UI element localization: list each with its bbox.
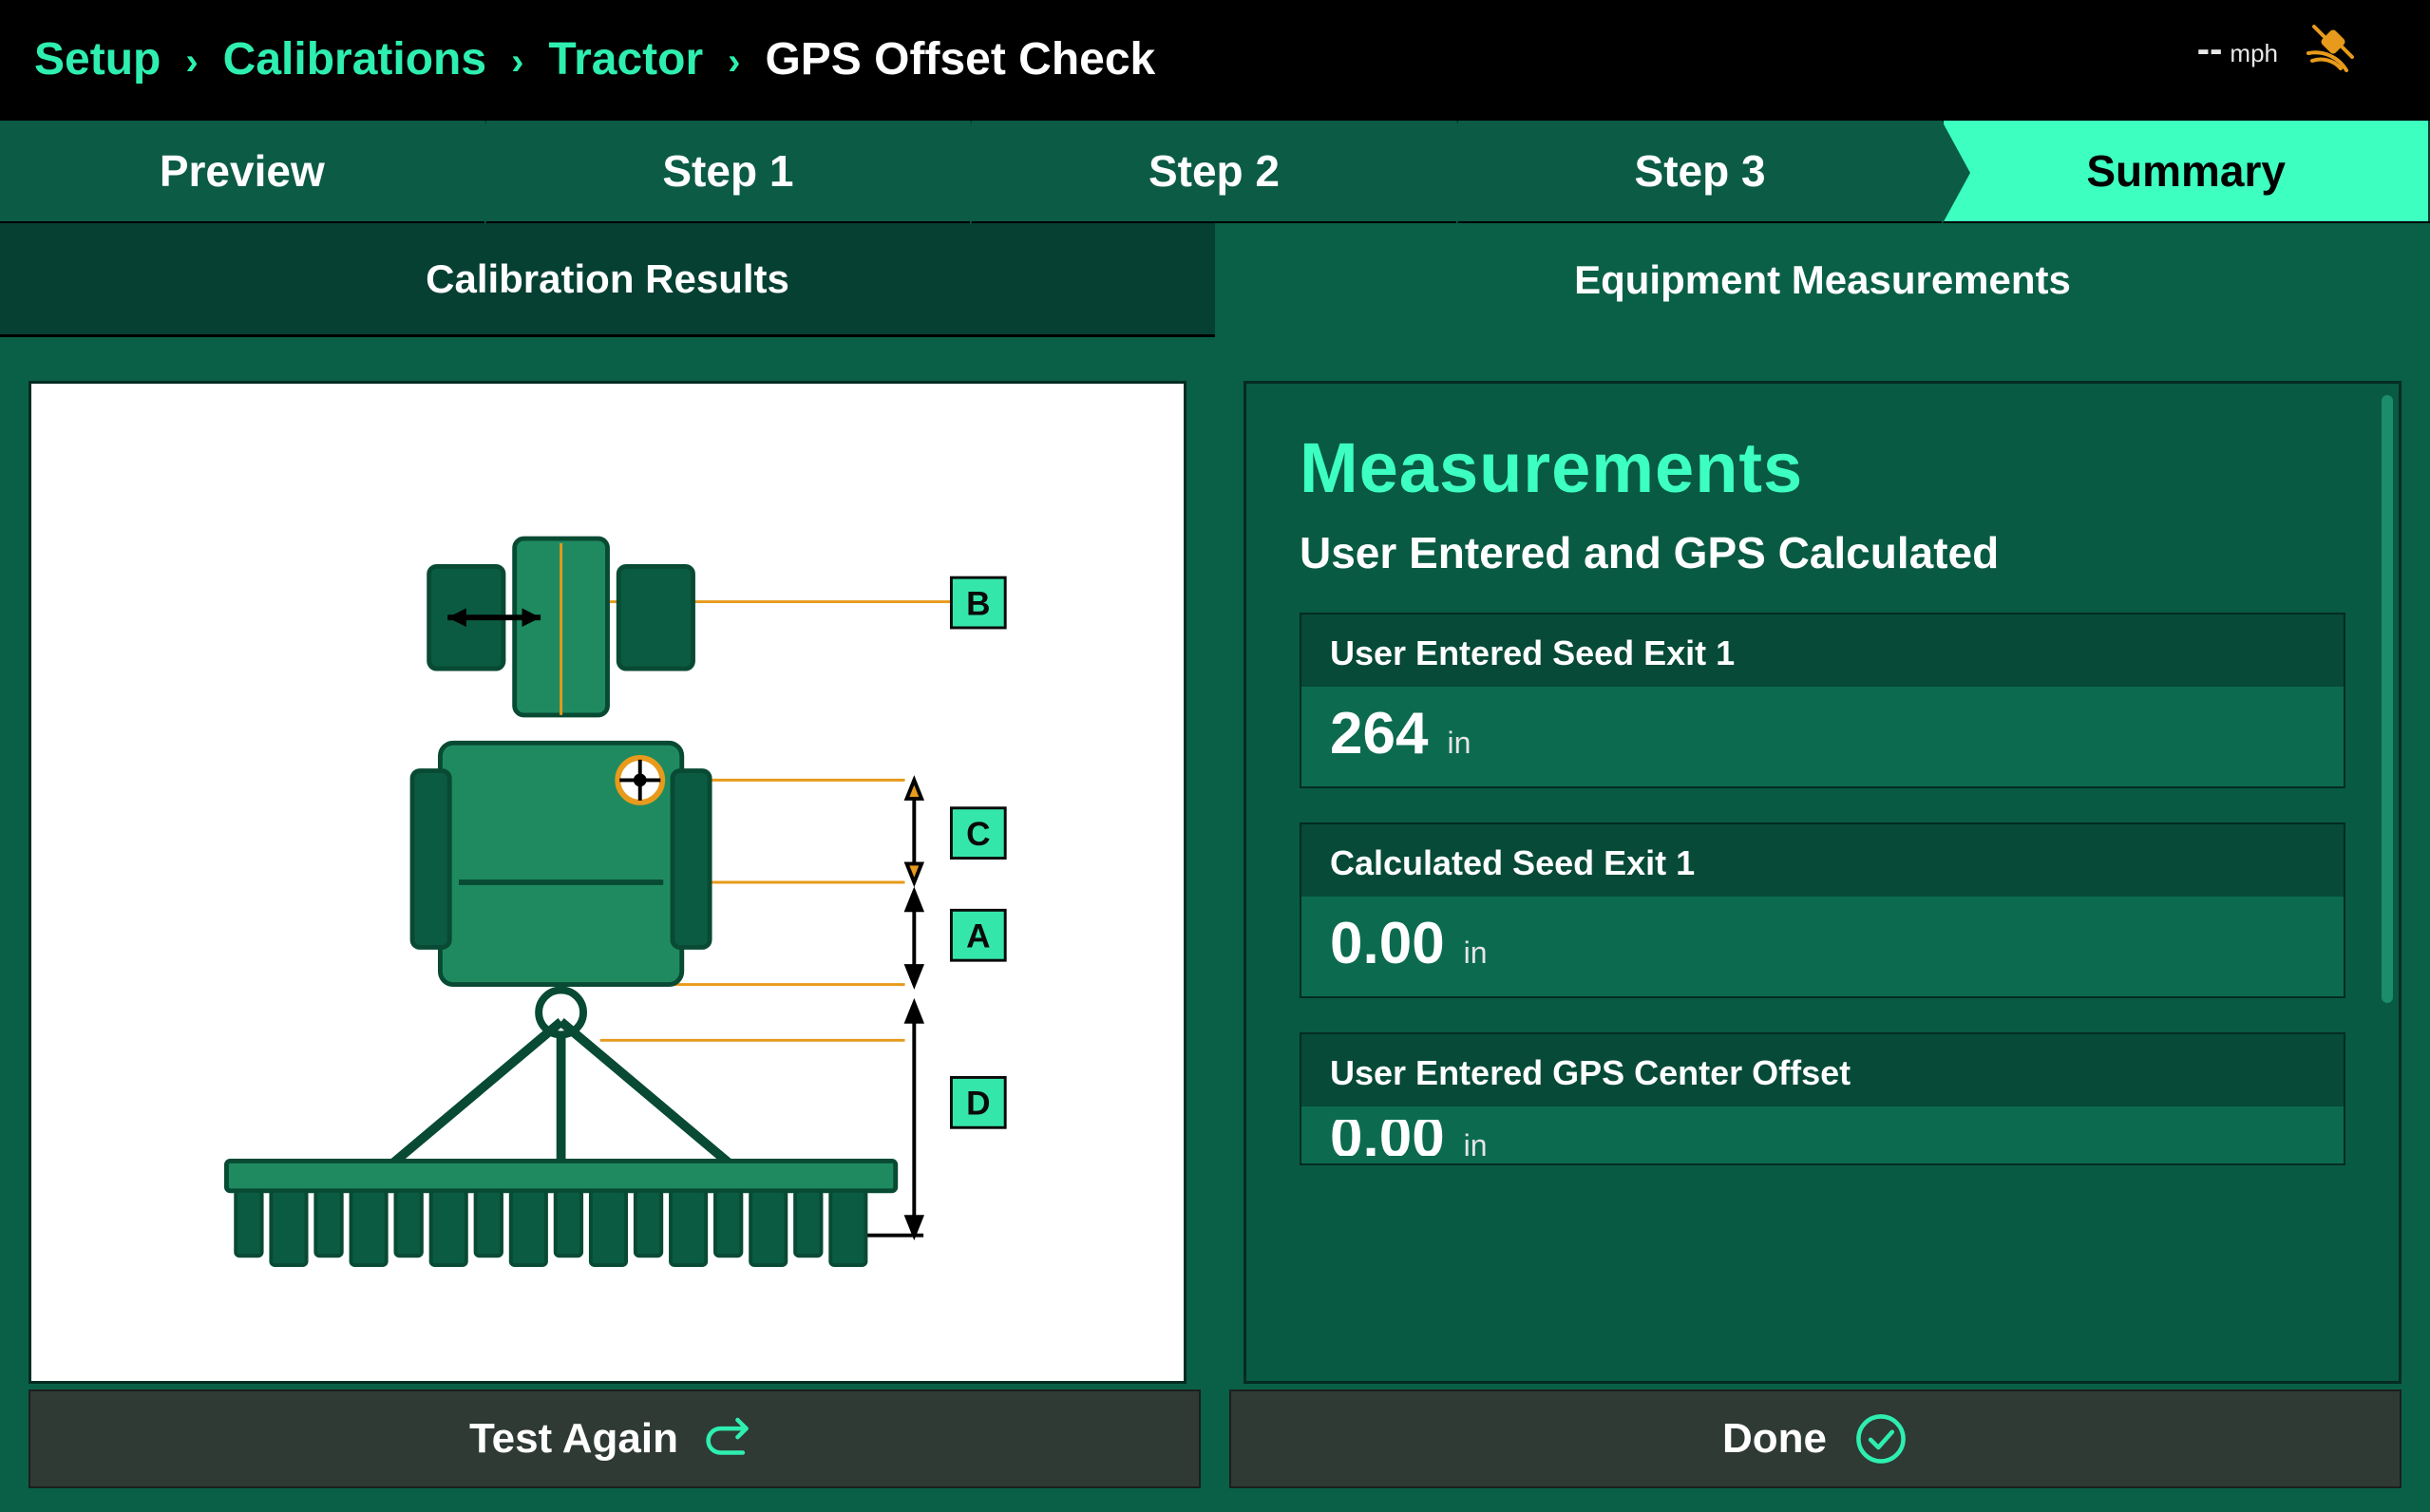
breadcrumb-separator: ›: [185, 41, 198, 84]
step-summary[interactable]: Summary: [1944, 121, 2430, 221]
measure-card-calc-seed-exit-1[interactable]: Calculated Seed Exit 1 0.00 in: [1300, 822, 2345, 998]
diagram-badge-c: C: [951, 808, 1005, 859]
measure-label: User Entered Seed Exit 1: [1301, 614, 2344, 687]
top-bar: Setup › Calibrations › Tractor › GPS Off…: [0, 0, 2430, 119]
step-1[interactable]: Step 1: [486, 121, 973, 221]
measure-label: User Entered GPS Center Offset: [1301, 1034, 2344, 1106]
step-label: Preview: [160, 145, 325, 197]
svg-text:B: B: [966, 585, 990, 622]
satellite-icon: [2303, 13, 2364, 74]
measurements-subtitle: User Entered and GPS Calculated: [1300, 527, 2345, 578]
measurements-panel: Measurements User Entered and GPS Calcul…: [1243, 381, 2402, 1384]
measure-card-user-gps-center-offset[interactable]: User Entered GPS Center Offset 0.00 in: [1300, 1032, 2345, 1165]
replay-icon: [705, 1411, 760, 1466]
test-again-button[interactable]: Test Again: [28, 1389, 1201, 1488]
measure-unit: in: [1464, 936, 1488, 971]
row-units: [236, 1191, 865, 1265]
step-label: Step 2: [1149, 145, 1280, 197]
button-label: Test Again: [469, 1415, 678, 1463]
breadcrumb-current: GPS Offset Check: [765, 33, 1155, 85]
section-tabs: Calibration Results Equipment Measuremen…: [0, 223, 2430, 337]
svg-text:A: A: [966, 917, 990, 954]
step-preview[interactable]: Preview: [0, 121, 486, 221]
breadcrumb-setup[interactable]: Setup: [34, 33, 161, 85]
breadcrumb: Setup › Calibrations › Tractor › GPS Off…: [34, 33, 1155, 85]
diagram-badge-b: B: [951, 577, 1005, 628]
measure-value: 264: [1330, 700, 1428, 767]
diagram-badge-a: A: [951, 910, 1005, 960]
measure-value: 0.00: [1330, 910, 1445, 977]
step-label: Step 1: [662, 145, 793, 197]
breadcrumb-separator: ›: [728, 41, 740, 84]
measure-card-user-seed-exit-1[interactable]: User Entered Seed Exit 1 264 in: [1300, 613, 2345, 788]
measure-unit: in: [1464, 1128, 1488, 1163]
breadcrumb-separator: ›: [511, 41, 523, 84]
done-button[interactable]: Done: [1229, 1389, 2402, 1488]
tab-calibration-results[interactable]: Calibration Results: [0, 223, 1215, 337]
speed-value: --: [2197, 28, 2223, 71]
measure-label: Calculated Seed Exit 1: [1301, 824, 2344, 897]
measure-value: 0.00: [1330, 1120, 1445, 1156]
tab-equipment-measurements[interactable]: Equipment Measurements: [1215, 223, 2430, 337]
content-right: Measurements User Entered and GPS Calcul…: [1215, 337, 2430, 1384]
checkmark-circle-icon: [1853, 1411, 1908, 1466]
step-label: Step 3: [1635, 145, 1766, 197]
breadcrumb-calibrations[interactable]: Calibrations: [223, 33, 486, 85]
tab-label: Calibration Results: [426, 256, 789, 302]
step-3[interactable]: Step 3: [1458, 121, 1945, 221]
status-speed: -- mph: [2197, 28, 2278, 71]
content-left: B C A D: [0, 337, 1215, 1384]
button-label: Done: [1722, 1415, 1827, 1463]
diagram-badge-d: D: [951, 1077, 1005, 1127]
svg-text:D: D: [966, 1086, 990, 1123]
svg-text:C: C: [966, 816, 990, 853]
scrollbar[interactable]: [2382, 395, 2393, 1003]
speed-unit: mph: [2230, 39, 2278, 68]
tractor-diagram: B C A D: [28, 381, 1187, 1384]
tractor-diagram-svg: B C A D: [31, 384, 1184, 1381]
footer: Test Again Done: [0, 1384, 2430, 1512]
content-area: B C A D: [0, 337, 2430, 1384]
measurements-title: Measurements: [1300, 427, 2345, 508]
breadcrumb-tractor[interactable]: Tractor: [548, 33, 703, 85]
stepper: Preview Step 1 Step 2 Step 3 Summary: [0, 119, 2430, 223]
step-2[interactable]: Step 2: [972, 121, 1458, 221]
step-label: Summary: [2086, 145, 2286, 197]
tab-label: Equipment Measurements: [1574, 257, 2071, 303]
measure-unit: in: [1447, 726, 1471, 761]
